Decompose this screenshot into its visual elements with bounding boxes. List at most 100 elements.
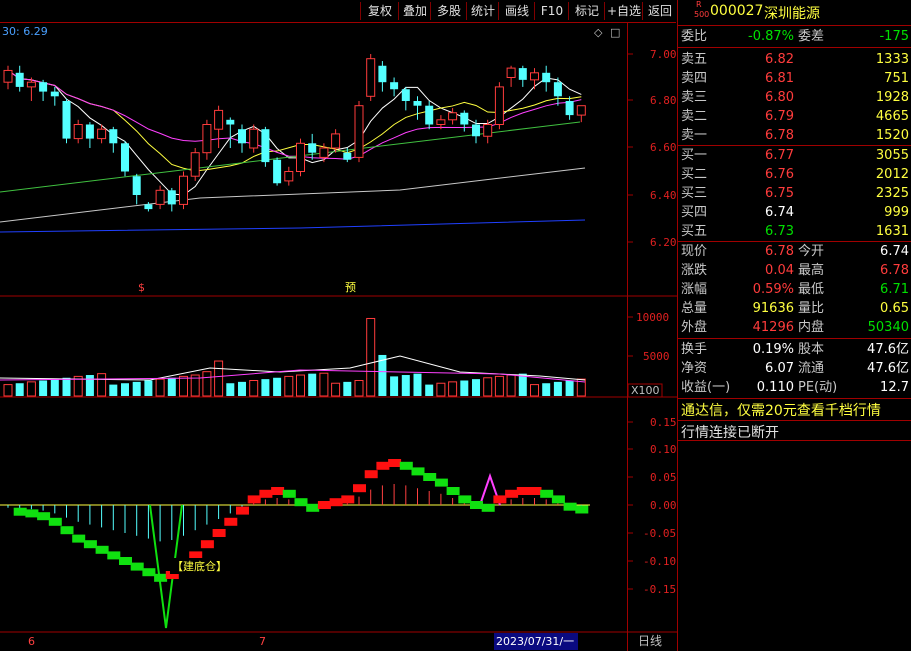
signal-marker-forecast: 预 bbox=[345, 281, 356, 294]
webi-value: -0.87% bbox=[748, 29, 794, 44]
macd-signal-block bbox=[306, 503, 320, 512]
candle bbox=[506, 67, 516, 78]
ask-volume: 1333 bbox=[875, 52, 909, 67]
volume-bar bbox=[85, 375, 94, 396]
bid-volume: 2012 bbox=[875, 167, 909, 182]
weicha-label: 委差 bbox=[798, 29, 825, 44]
stat-label: 涨幅 bbox=[681, 282, 708, 297]
ask-row[interactable]: 卖二 6.79 4665 bbox=[678, 107, 911, 126]
macd-signal-block bbox=[399, 461, 413, 470]
macd-signal-block bbox=[72, 534, 86, 543]
macd-signal-block bbox=[376, 461, 390, 470]
stat-label: 最低 bbox=[798, 282, 825, 297]
stat-label: PE(动) bbox=[798, 380, 838, 395]
macd-signal-block bbox=[458, 495, 472, 504]
candle bbox=[50, 91, 59, 97]
diamond-icon[interactable]: ◇ bbox=[594, 26, 603, 39]
stat-label: 量比 bbox=[798, 301, 825, 316]
candle bbox=[15, 72, 24, 87]
stat-row: 现价 6.78 今开 6.74 bbox=[678, 242, 911, 261]
ma-label: 30: 6.29 bbox=[2, 25, 48, 38]
stat-label: 总量 bbox=[681, 301, 708, 316]
stat-value: 6.78 bbox=[765, 244, 794, 259]
bid-label: 买三 bbox=[681, 186, 708, 201]
volume-bar bbox=[401, 375, 410, 396]
bid-price: 6.75 bbox=[765, 186, 794, 201]
volume-bar bbox=[226, 383, 235, 396]
month-label-7: 7 bbox=[259, 635, 266, 648]
ask-price: 6.82 bbox=[765, 52, 794, 67]
ask-price: 6.81 bbox=[765, 71, 794, 86]
ask-row[interactable]: 卖四 6.81 751 bbox=[678, 69, 911, 88]
candle bbox=[576, 105, 586, 116]
macd-signal-block bbox=[142, 568, 156, 577]
macd-signal-block bbox=[212, 529, 226, 537]
bid-row[interactable]: 买四 6.74 999 bbox=[678, 203, 911, 222]
macd-signal-block bbox=[329, 498, 343, 507]
volume-bar bbox=[167, 377, 176, 396]
ask-row[interactable]: 卖五 6.82 1333 bbox=[678, 50, 911, 69]
macd-signal-block bbox=[423, 473, 437, 481]
bid-price: 6.77 bbox=[765, 148, 794, 163]
macd-signal-block bbox=[13, 507, 27, 516]
volume-bar bbox=[483, 377, 493, 397]
volume-bar bbox=[26, 381, 36, 397]
macd-signal-block bbox=[493, 495, 507, 504]
macd-annotation: 【建底仓】 bbox=[172, 559, 227, 573]
candle bbox=[261, 129, 270, 163]
square-icon[interactable]: □ bbox=[610, 26, 620, 39]
stat-label: 净资 bbox=[681, 361, 708, 376]
stat-value: 6.74 bbox=[880, 244, 909, 259]
candle bbox=[401, 89, 410, 101]
candle bbox=[273, 159, 282, 184]
bid-row[interactable]: 买一 6.77 3055 bbox=[678, 146, 911, 165]
price-tick: 6.60 bbox=[650, 141, 677, 154]
ask-volume: 1928 bbox=[875, 90, 909, 105]
volume-bar bbox=[155, 378, 165, 397]
bid-row[interactable]: 买五 6.73 1631 bbox=[678, 222, 911, 241]
period-label[interactable]: 日线 bbox=[638, 634, 662, 648]
candle bbox=[308, 143, 317, 153]
bid-volume: 2325 bbox=[875, 186, 909, 201]
promo-text[interactable]: 通达信，仅需20元查看千档行情 bbox=[681, 400, 881, 420]
macd-signal-block bbox=[25, 509, 39, 518]
stat-row: 净资 6.07 流通 47.6亿 bbox=[678, 359, 911, 378]
ask-row[interactable]: 卖一 6.78 1520 bbox=[678, 126, 911, 145]
candle bbox=[109, 129, 118, 144]
volume-bar bbox=[472, 379, 480, 396]
ask-price: 6.78 bbox=[765, 128, 794, 143]
ask-label: 卖一 bbox=[681, 128, 708, 143]
stat-row: 涨跌 0.04 最高 6.78 bbox=[678, 261, 911, 280]
volume-bar bbox=[354, 379, 364, 397]
connection-status: 行情连接已断开 bbox=[681, 425, 779, 441]
stat-row: 收益(一) 0.110 PE(动) 12.7 bbox=[678, 378, 911, 397]
volume-bar bbox=[530, 384, 539, 397]
macd-signal-block bbox=[200, 540, 214, 549]
macd-tick: 0.05 bbox=[650, 471, 677, 484]
candle bbox=[249, 128, 259, 149]
bid-row[interactable]: 买二 6.76 2012 bbox=[678, 165, 911, 184]
macd-signal-block bbox=[505, 489, 519, 498]
bid-price: 6.76 bbox=[765, 167, 794, 182]
candle bbox=[343, 152, 352, 160]
kline-chart-area[interactable]: 30: 6.29 ◇ □ 7.00 6.80 6.60 6.40 6.20 $ … bbox=[0, 0, 677, 651]
candle bbox=[425, 105, 434, 125]
macd-signal-block bbox=[282, 489, 296, 498]
volume-bar bbox=[319, 372, 329, 397]
volume-bar bbox=[3, 384, 13, 397]
candle bbox=[62, 101, 71, 139]
stat-label: 现价 bbox=[681, 244, 708, 259]
bid-row[interactable]: 买三 6.75 2325 bbox=[678, 184, 911, 203]
signal-marker-dollar: $ bbox=[138, 281, 145, 294]
candle bbox=[190, 152, 200, 177]
ask-row[interactable]: 卖三 6.80 1928 bbox=[678, 88, 911, 107]
volume-unit-label: X100 bbox=[631, 384, 660, 397]
macd-signal-block bbox=[107, 551, 121, 560]
macd-signal-block bbox=[317, 501, 331, 509]
candle bbox=[155, 189, 165, 205]
volume-bar bbox=[261, 379, 270, 396]
volume-bar bbox=[109, 384, 118, 396]
candle bbox=[331, 133, 341, 149]
stock-name: 深圳能源 bbox=[764, 6, 820, 22]
stat-value: 0.04 bbox=[765, 263, 794, 278]
